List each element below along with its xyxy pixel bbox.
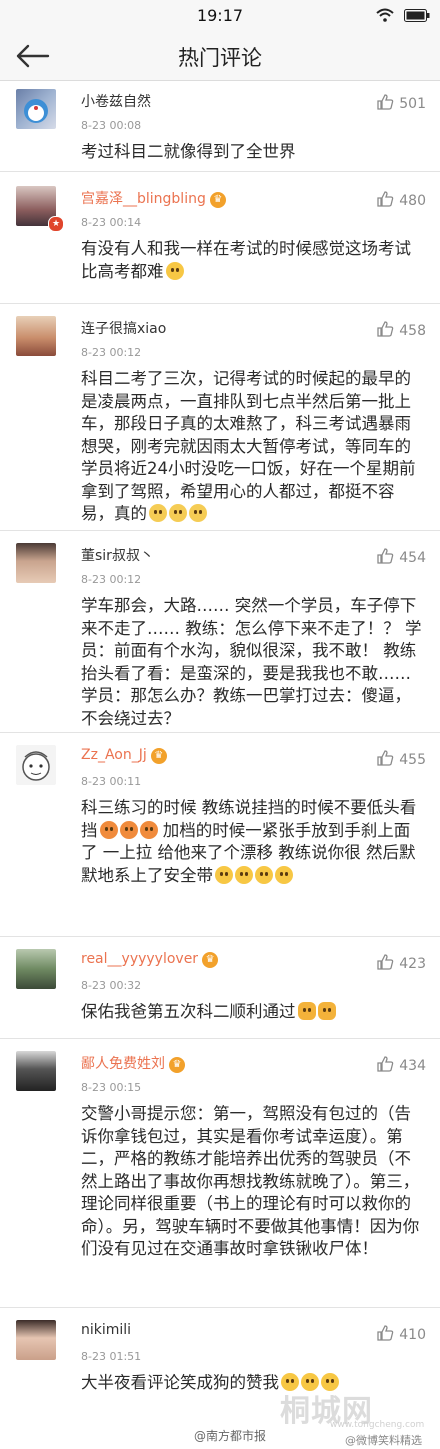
like-count: 480 [399, 193, 426, 209]
comment-item: nikimili 8-23 01:51 410 大半夜看评论笑成狗的赞我 [0, 1308, 440, 1412]
thumbs-up-icon [377, 954, 394, 970]
cat-emoji-icon [317, 1002, 336, 1020]
like-button[interactable]: 434 [376, 1055, 426, 1074]
comment-time: 8-23 00:14 [81, 216, 142, 229]
avatar[interactable] [16, 949, 56, 989]
like-count: 423 [399, 956, 426, 972]
like-count: 434 [399, 1058, 426, 1074]
like-button[interactable]: 501 [376, 93, 426, 112]
smile-emoji-icon [275, 865, 293, 884]
like-count: 455 [399, 752, 426, 768]
like-count: 501 [399, 96, 426, 112]
comment-time: 8-23 00:15 [81, 1081, 142, 1094]
credit-right: @微博笑料精选 [345, 1434, 422, 1447]
cartoon-face-avatar-icon [22, 751, 50, 781]
smile-emoji-icon [235, 865, 253, 884]
comment-text: 科目二考了三次，记得考试的时候起的最早的是凌晨两点，一直排队到七点半然后第一批上… [81, 310, 422, 526]
username[interactable]: 董sir叔叔丶 [81, 545, 154, 565]
comment-item: real__yyyyylover ♛ 8-23 00:32 423 保佑我爸第五次… [0, 937, 440, 1039]
thumbs-up-icon [377, 548, 394, 564]
comment-item: 连子很搞xiao 8-23 00:12 458 科目二考了三次，记得考试的时候起… [0, 304, 440, 531]
like-button[interactable]: 458 [376, 320, 426, 339]
smile-emoji-icon [215, 865, 233, 884]
username[interactable]: Zz_Aon_Jj ♛ [81, 747, 167, 764]
comment-list: 小卷兹自然 8-23 00:08 501 考过科目二就像得到了全世界 ★ 宫嘉泽… [0, 81, 440, 1412]
nav-bar: 热门评论 [0, 32, 440, 81]
comment-text-body: 大半夜看评论笑成狗的赞我 [81, 1373, 279, 1392]
comment-text: 交警小哥提示您：第一，驾照没有包过的（告诉你拿钱包过，其实是看你考试幸运度）。第… [81, 1104, 420, 1258]
like-button[interactable]: 455 [376, 749, 426, 768]
cat-emoji-icon [297, 1002, 316, 1020]
like-count: 458 [399, 323, 426, 339]
comment-time: 8-23 00:12 [81, 346, 142, 359]
like-button[interactable]: 423 [376, 953, 426, 972]
comment-text-body: 科目二考了三次，记得考试的时候起的最早的是凌晨两点，一直排队到七点半然后第一批上… [81, 369, 416, 523]
username[interactable]: 鄙人免费姓刘 ♛ [81, 1053, 185, 1073]
comment-text: 学车那会，大路…… 突然一个学员，车子停下来不走了…… 教练：怎么停下来不走了！… [81, 596, 422, 728]
comment-time: 8-23 01:51 [81, 1350, 142, 1363]
comment-text-body: 有没有人和我一样在考试的时候感觉这场考试比高考都难 [81, 239, 411, 281]
username-text: 宫嘉泽__blingbling [81, 191, 206, 207]
comment-time: 8-23 00:11 [81, 775, 142, 788]
verified-badge-icon: ★ [48, 216, 64, 232]
vip-crown-icon: ♛ [209, 192, 226, 208]
comment-item: Zz_Aon_Jj ♛ 8-23 00:11 455 科三练习的时候 教练说挂挡的… [0, 733, 440, 937]
avatar[interactable] [16, 316, 56, 356]
comment-time: 8-23 00:12 [81, 573, 142, 586]
angry-emoji-icon [139, 820, 158, 839]
like-button[interactable]: 410 [376, 1324, 426, 1343]
thumbs-up-icon [377, 750, 394, 766]
status-bar: 19:17 [0, 0, 440, 32]
avatar[interactable] [16, 745, 56, 785]
sad-emoji-icon [149, 504, 167, 522]
username-text: real__yyyyylover [81, 951, 199, 967]
smile-emoji-icon [255, 865, 273, 884]
comment-item: 小卷兹自然 8-23 00:08 501 考过科目二就像得到了全世界 [0, 81, 440, 172]
watermark-site: www.tongcheng.com [330, 1420, 425, 1430]
vip-crown-icon: ♛ [150, 748, 167, 764]
username-text: Zz_Aon_Jj [81, 747, 147, 763]
avatar[interactable] [16, 1051, 56, 1091]
thumbs-up-icon [377, 1325, 394, 1341]
username[interactable]: 宫嘉泽__blingbling ♛ [81, 188, 226, 208]
doraemon-avatar-icon [24, 99, 48, 123]
username[interactable]: real__yyyyylover ♛ [81, 951, 219, 968]
thumbs-up-icon [377, 321, 394, 337]
username[interactable]: 连子很搞xiao [81, 318, 166, 338]
sweat-emoji-icon [165, 261, 184, 280]
status-time: 19:17 [196, 6, 244, 25]
username[interactable]: nikimili [81, 1322, 131, 1338]
battery-icon [404, 9, 430, 22]
like-count: 454 [399, 550, 426, 566]
username[interactable]: 小卷兹自然 [81, 91, 151, 111]
credit-left: @南方都市报 [194, 1429, 267, 1443]
like-button[interactable]: 454 [376, 547, 426, 566]
comment-item: 鄙人免费姓刘 ♛ 8-23 00:15 434 交警小哥提示您：第一，驾照没有包过… [0, 1039, 440, 1308]
avatar[interactable] [16, 89, 56, 129]
thumbs-up-icon [377, 1056, 394, 1072]
comment-item: ★ 宫嘉泽__blingbling ♛ 8-23 00:14 480 有没有人和我… [0, 172, 440, 304]
thumbs-up-icon [377, 191, 394, 207]
vip-crown-icon: ♛ [202, 952, 219, 968]
username-text: 鄙人免费姓刘 [81, 1056, 165, 1072]
like-count: 410 [399, 1327, 426, 1343]
comment-time: 8-23 00:08 [81, 119, 142, 132]
comment-text-body: 保佑我爸第五次科二顺利通过 [81, 1002, 296, 1021]
angry-emoji-icon [119, 820, 138, 839]
comment-time: 8-23 00:32 [81, 979, 142, 992]
like-button[interactable]: 480 [376, 190, 426, 209]
page-title: 热门评论 [178, 46, 262, 70]
sad-emoji-icon [189, 504, 207, 522]
wifi-icon [376, 8, 394, 22]
comment-item: 董sir叔叔丶 8-23 00:12 454 学车那会，大路…… 突然一个学员，… [0, 531, 440, 733]
avatar[interactable] [16, 1320, 56, 1360]
sad-emoji-icon [169, 504, 187, 522]
thumbs-up-icon [377, 94, 394, 110]
angry-emoji-icon [99, 820, 118, 839]
avatar[interactable] [16, 543, 56, 583]
vip-crown-icon: ♛ [169, 1057, 185, 1073]
